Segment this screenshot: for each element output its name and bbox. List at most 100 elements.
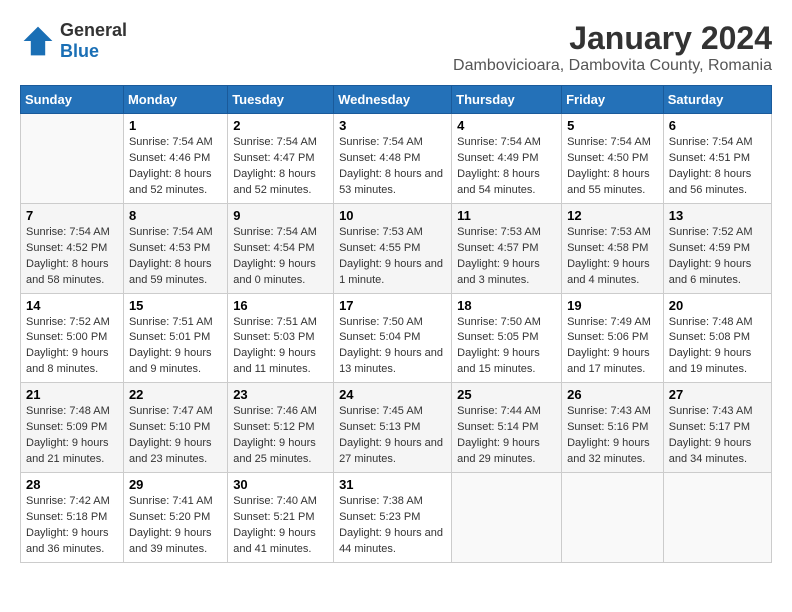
calendar-cell: 22 Sunrise: 7:47 AMSunset: 5:10 PMDaylig… [123,383,227,473]
day-number: 12 [567,208,658,223]
day-info: Sunrise: 7:54 AMSunset: 4:50 PMDaylight:… [567,135,658,199]
day-info: Sunrise: 7:54 AMSunset: 4:52 PMDaylight:… [26,225,118,289]
day-number: 14 [26,298,118,313]
day-number: 13 [669,208,766,223]
day-number: 21 [26,387,118,402]
day-info: Sunrise: 7:53 AMSunset: 4:55 PMDaylight:… [339,225,446,289]
calendar-cell: 14 Sunrise: 7:52 AMSunset: 5:00 PMDaylig… [21,293,124,383]
calendar-cell: 23 Sunrise: 7:46 AMSunset: 5:12 PMDaylig… [228,383,334,473]
calendar-cell: 12 Sunrise: 7:53 AMSunset: 4:58 PMDaylig… [562,203,664,293]
day-number: 15 [129,298,222,313]
calendar-week-row: 28 Sunrise: 7:42 AMSunset: 5:18 PMDaylig… [21,473,772,563]
calendar-week-row: 7 Sunrise: 7:54 AMSunset: 4:52 PMDayligh… [21,203,772,293]
day-info: Sunrise: 7:51 AMSunset: 5:03 PMDaylight:… [233,315,328,379]
day-number: 30 [233,477,328,492]
day-number: 1 [129,118,222,133]
day-info: Sunrise: 7:46 AMSunset: 5:12 PMDaylight:… [233,404,328,468]
month-title: January 2024 [453,20,772,57]
day-number: 10 [339,208,446,223]
calendar-cell: 4 Sunrise: 7:54 AMSunset: 4:49 PMDayligh… [452,114,562,204]
day-number: 29 [129,477,222,492]
calendar-cell: 29 Sunrise: 7:41 AMSunset: 5:20 PMDaylig… [123,473,227,563]
page-header: General Blue January 2024 Dambovicioara,… [20,20,772,75]
day-number: 7 [26,208,118,223]
calendar-week-row: 21 Sunrise: 7:48 AMSunset: 5:09 PMDaylig… [21,383,772,473]
calendar-cell: 17 Sunrise: 7:50 AMSunset: 5:04 PMDaylig… [334,293,452,383]
calendar-cell: 6 Sunrise: 7:54 AMSunset: 4:51 PMDayligh… [663,114,771,204]
calendar-cell: 20 Sunrise: 7:48 AMSunset: 5:08 PMDaylig… [663,293,771,383]
location-title: Dambovicioara, Dambovita County, Romania [453,57,772,75]
calendar-cell: 10 Sunrise: 7:53 AMSunset: 4:55 PMDaylig… [334,203,452,293]
calendar-cell: 18 Sunrise: 7:50 AMSunset: 5:05 PMDaylig… [452,293,562,383]
day-number: 16 [233,298,328,313]
weekday-header: Saturday [663,86,771,114]
day-info: Sunrise: 7:48 AMSunset: 5:09 PMDaylight:… [26,404,118,468]
day-number: 4 [457,118,556,133]
calendar-cell: 7 Sunrise: 7:54 AMSunset: 4:52 PMDayligh… [21,203,124,293]
calendar-cell: 15 Sunrise: 7:51 AMSunset: 5:01 PMDaylig… [123,293,227,383]
calendar-cell: 25 Sunrise: 7:44 AMSunset: 5:14 PMDaylig… [452,383,562,473]
day-info: Sunrise: 7:54 AMSunset: 4:51 PMDaylight:… [669,135,766,199]
logo: General Blue [20,20,127,62]
day-info: Sunrise: 7:38 AMSunset: 5:23 PMDaylight:… [339,494,446,558]
day-info: Sunrise: 7:42 AMSunset: 5:18 PMDaylight:… [26,494,118,558]
day-info: Sunrise: 7:52 AMSunset: 5:00 PMDaylight:… [26,315,118,379]
day-info: Sunrise: 7:54 AMSunset: 4:48 PMDaylight:… [339,135,446,199]
day-number: 3 [339,118,446,133]
day-number: 27 [669,387,766,402]
day-number: 17 [339,298,446,313]
day-number: 19 [567,298,658,313]
day-info: Sunrise: 7:54 AMSunset: 4:53 PMDaylight:… [129,225,222,289]
calendar-cell [452,473,562,563]
calendar-week-row: 14 Sunrise: 7:52 AMSunset: 5:00 PMDaylig… [21,293,772,383]
day-info: Sunrise: 7:54 AMSunset: 4:46 PMDaylight:… [129,135,222,199]
weekday-header: Wednesday [334,86,452,114]
day-number: 23 [233,387,328,402]
day-number: 6 [669,118,766,133]
calendar-cell: 26 Sunrise: 7:43 AMSunset: 5:16 PMDaylig… [562,383,664,473]
calendar-cell: 2 Sunrise: 7:54 AMSunset: 4:47 PMDayligh… [228,114,334,204]
weekday-header: Thursday [452,86,562,114]
calendar-cell: 16 Sunrise: 7:51 AMSunset: 5:03 PMDaylig… [228,293,334,383]
calendar-week-row: 1 Sunrise: 7:54 AMSunset: 4:46 PMDayligh… [21,114,772,204]
day-number: 9 [233,208,328,223]
day-number: 25 [457,387,556,402]
day-info: Sunrise: 7:52 AMSunset: 4:59 PMDaylight:… [669,225,766,289]
calendar-cell: 24 Sunrise: 7:45 AMSunset: 5:13 PMDaylig… [334,383,452,473]
day-number: 2 [233,118,328,133]
day-info: Sunrise: 7:40 AMSunset: 5:21 PMDaylight:… [233,494,328,558]
day-number: 5 [567,118,658,133]
day-number: 11 [457,208,556,223]
weekday-header: Tuesday [228,86,334,114]
calendar-cell: 13 Sunrise: 7:52 AMSunset: 4:59 PMDaylig… [663,203,771,293]
logo-text: General Blue [60,20,127,62]
logo-general: General [60,20,127,41]
day-number: 18 [457,298,556,313]
day-info: Sunrise: 7:50 AMSunset: 5:04 PMDaylight:… [339,315,446,379]
day-number: 28 [26,477,118,492]
day-info: Sunrise: 7:44 AMSunset: 5:14 PMDaylight:… [457,404,556,468]
calendar-cell: 5 Sunrise: 7:54 AMSunset: 4:50 PMDayligh… [562,114,664,204]
calendar-cell: 9 Sunrise: 7:54 AMSunset: 4:54 PMDayligh… [228,203,334,293]
calendar-cell: 27 Sunrise: 7:43 AMSunset: 5:17 PMDaylig… [663,383,771,473]
calendar-cell: 3 Sunrise: 7:54 AMSunset: 4:48 PMDayligh… [334,114,452,204]
day-info: Sunrise: 7:49 AMSunset: 5:06 PMDaylight:… [567,315,658,379]
day-info: Sunrise: 7:41 AMSunset: 5:20 PMDaylight:… [129,494,222,558]
day-info: Sunrise: 7:47 AMSunset: 5:10 PMDaylight:… [129,404,222,468]
calendar-cell: 1 Sunrise: 7:54 AMSunset: 4:46 PMDayligh… [123,114,227,204]
calendar-cell [562,473,664,563]
day-info: Sunrise: 7:53 AMSunset: 4:57 PMDaylight:… [457,225,556,289]
calendar-cell [21,114,124,204]
day-info: Sunrise: 7:53 AMSunset: 4:58 PMDaylight:… [567,225,658,289]
day-number: 31 [339,477,446,492]
calendar-cell: 11 Sunrise: 7:53 AMSunset: 4:57 PMDaylig… [452,203,562,293]
day-info: Sunrise: 7:43 AMSunset: 5:17 PMDaylight:… [669,404,766,468]
logo-blue: Blue [60,41,127,62]
calendar-cell: 21 Sunrise: 7:48 AMSunset: 5:09 PMDaylig… [21,383,124,473]
weekday-header-row: SundayMondayTuesdayWednesdayThursdayFrid… [21,86,772,114]
day-info: Sunrise: 7:54 AMSunset: 4:47 PMDaylight:… [233,135,328,199]
calendar-cell: 30 Sunrise: 7:40 AMSunset: 5:21 PMDaylig… [228,473,334,563]
day-info: Sunrise: 7:54 AMSunset: 4:49 PMDaylight:… [457,135,556,199]
weekday-header: Monday [123,86,227,114]
day-info: Sunrise: 7:45 AMSunset: 5:13 PMDaylight:… [339,404,446,468]
